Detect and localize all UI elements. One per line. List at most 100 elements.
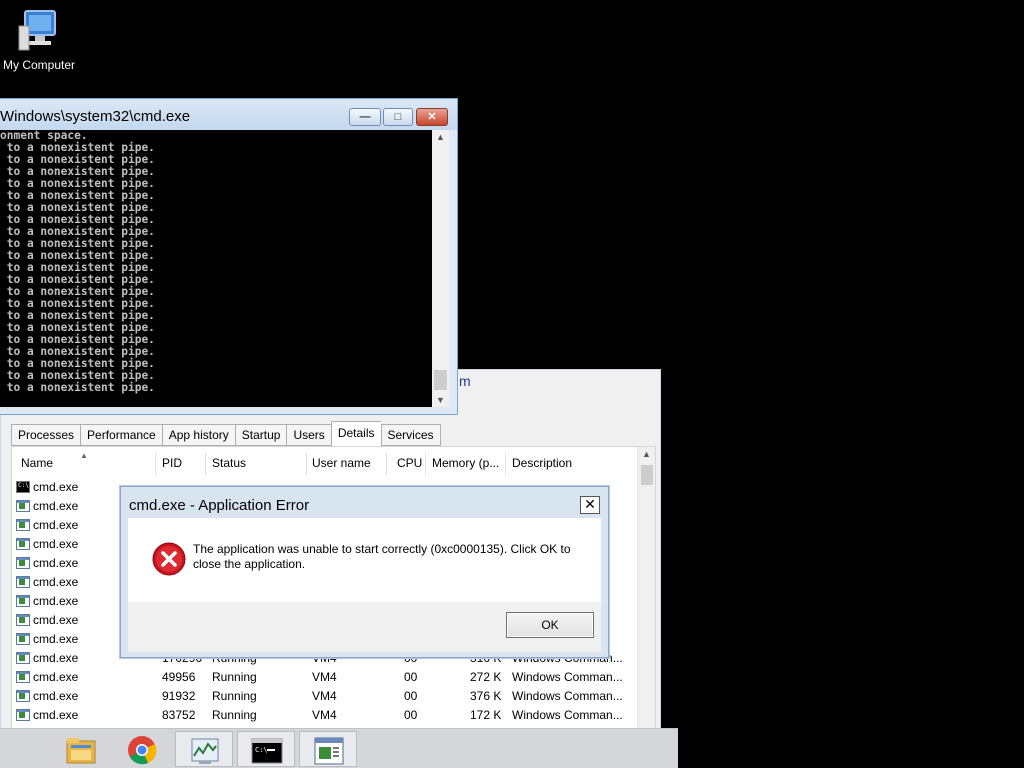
process-description: Windows Comman... [512,689,623,703]
process-cpu: 00 [404,670,418,684]
column-header-name[interactable]: Name [21,456,53,470]
console-window-icon [314,737,344,765]
scroll-up-icon[interactable]: ▲ [642,449,651,459]
cmd-window-title: Windows\system32\cmd.exe [0,108,191,125]
column-divider[interactable] [205,453,206,475]
console-scrollbar[interactable]: ▲ ▼ [432,130,449,407]
process-name: cmd.exe [33,575,79,589]
scroll-thumb[interactable] [641,465,653,485]
dialog-footer: OK [128,602,601,652]
console-app-icon [16,519,30,531]
tab-details[interactable]: Details [330,421,381,446]
process-name: cmd.exe [33,556,79,570]
taskbar-command-prompt[interactable]: C:\ [237,731,295,767]
details-scrollbar[interactable]: ▲ [637,447,655,730]
tab-startup[interactable]: Startup [234,424,287,446]
tab-processes[interactable]: Processes [11,424,81,446]
process-description: Windows Comman... [512,708,623,722]
scroll-up-icon[interactable]: ▲ [436,132,445,142]
column-header-description[interactable]: Description [512,456,572,470]
scroll-thumb[interactable] [434,370,447,390]
process-user: VM4 [312,708,337,722]
taskbar-file-explorer[interactable] [52,731,110,767]
task-manager-tabs: Processes Performance App history Startu… [11,421,441,446]
process-user: VM4 [312,689,337,703]
application-error-dialog: cmd.exe - Application Error ✕ The applic… [120,486,609,658]
table-row[interactable]: cmd.exe 49956 Running VM4 00 272 K Windows Com… [12,668,637,687]
process-memory: 272 K [470,670,502,684]
desktop-icon-my-computer[interactable]: My Computer [0,8,78,72]
computer-icon [15,8,63,54]
process-name: cmd.exe [33,499,79,513]
column-header-pid[interactable]: PID [162,456,182,470]
column-divider[interactable] [505,453,506,475]
process-status: Running [212,708,257,722]
console-app-icon [16,557,30,569]
minimize-button[interactable]: — [349,108,381,126]
tab-performance[interactable]: Performance [80,424,162,446]
process-name: cmd.exe [33,537,79,551]
process-cpu: 00 [404,689,418,703]
process-status: Running [212,689,257,703]
console-app-icon [16,652,30,664]
close-icon: ✕ [584,496,596,512]
chrome-icon [128,736,157,765]
console-app-icon [16,614,30,626]
taskbar-task-manager[interactable] [175,731,233,767]
process-cpu: 00 [404,708,418,722]
close-icon: ✕ [427,111,437,123]
process-name: cmd.exe [33,594,79,608]
process-name: cmd.exe [33,480,79,494]
tab-users[interactable]: Users [286,424,331,446]
column-divider[interactable] [306,453,307,475]
error-icon [152,542,186,576]
column-divider[interactable] [386,453,387,475]
process-name: cmd.exe [33,708,79,722]
process-user: VM4 [312,670,337,684]
close-button[interactable]: ✕ [416,108,448,126]
dialog-title: cmd.exe - Application Error [129,497,310,514]
task-manager-title: m [459,373,471,389]
console-line: to a nonexistent pipe. [0,381,155,394]
column-header-status[interactable]: Status [212,456,246,470]
maximize-button[interactable]: □ [383,108,413,126]
console-app-icon [16,595,30,607]
console-app-icon [16,671,30,683]
column-headers: Name ▲ PID Status User name CPU Memory (… [12,447,637,477]
column-divider[interactable] [155,453,156,475]
column-header-user-name[interactable]: User name [312,456,371,470]
process-name: cmd.exe [33,518,79,532]
minimize-icon: — [359,111,371,123]
ok-button[interactable]: OK [506,612,594,638]
cmd-window: Windows\system32\cmd.exe — □ ✕ onment sp… [0,98,458,415]
console-app-icon [16,633,30,645]
process-description: Windows Comman... [512,670,623,684]
console-app-icon [16,690,30,702]
dialog-close-button[interactable]: ✕ [580,496,600,514]
cmd-titlebar[interactable]: Windows\system32\cmd.exe — □ ✕ [0,99,457,130]
console-app-icon [16,709,30,721]
scroll-down-icon[interactable]: ▼ [436,395,445,405]
column-header-memory[interactable]: Memory (p... [432,456,499,470]
column-divider[interactable] [425,453,426,475]
column-header-cpu[interactable]: CPU [397,456,422,470]
table-row[interactable]: cmd.exe 91932 Running VM4 00 376 K Windows Com… [12,687,637,706]
process-name: cmd.exe [33,689,79,703]
desktop-icon-label: My Computer [2,58,76,72]
task-manager-icon [191,738,219,764]
process-status: Running [212,670,257,684]
tab-app-history[interactable]: App history [161,424,235,446]
dialog-body: The application was unable to start corr… [128,518,601,602]
process-name: cmd.exe [33,613,79,627]
taskbar-chrome[interactable] [113,731,171,767]
taskbar-console-window[interactable] [299,731,357,767]
taskbar: C:\ [0,728,678,768]
tab-services[interactable]: Services [380,424,441,446]
maximize-icon: □ [394,111,402,123]
dialog-message: The application was unable to start corr… [193,542,571,571]
console-output[interactable]: onment space. to a nonexistent pipe. to … [0,130,432,407]
svg-text:C:\: C:\ [255,746,268,754]
process-name: cmd.exe [33,632,79,646]
table-row[interactable]: cmd.exe 83752 Running VM4 00 172 K Windows Com… [12,706,637,725]
cmd-icon [16,481,30,493]
